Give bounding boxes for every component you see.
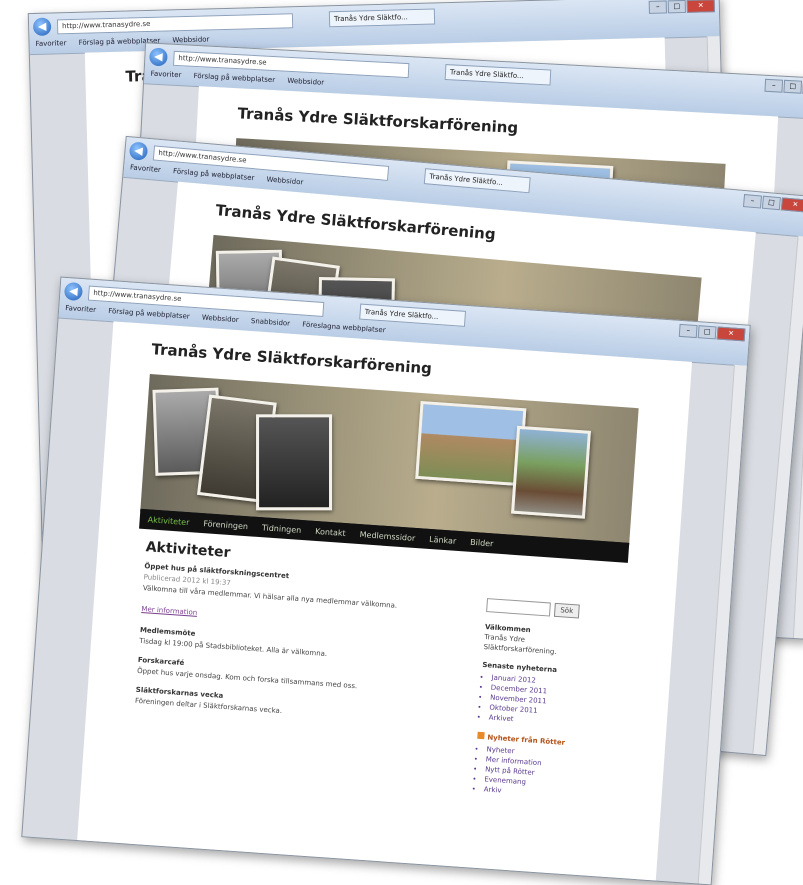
minimize-button[interactable]: –	[678, 323, 698, 339]
browser-tab[interactable]: Tranås Ydre Släktfo...	[328, 8, 436, 28]
close-button[interactable]: ✕	[780, 197, 803, 213]
news-list: Nyheter Mer information Nytt på Rötter E…	[473, 744, 586, 802]
back-button[interactable]: ◀	[148, 47, 168, 67]
back-button[interactable]: ◀	[32, 17, 52, 37]
favorite-item[interactable]: Förslag på webbplatser	[193, 72, 275, 84]
maximize-button[interactable]: □	[783, 79, 803, 94]
nav-item-aktiviteter[interactable]: Aktiviteter	[147, 515, 189, 527]
nav-item-bilder[interactable]: Bilder	[470, 537, 494, 548]
favorite-item[interactable]: Föreslagna webbplatser	[302, 321, 386, 335]
close-button[interactable]: ✕	[716, 326, 746, 342]
nav-item-foreningen[interactable]: Föreningen	[203, 519, 248, 531]
browser-window-front: ◀ http://www.tranasydre.se Tranås Ydre S…	[21, 276, 751, 885]
minimize-button[interactable]: –	[742, 194, 763, 209]
favorite-item[interactable]: Snabbsidor	[251, 317, 291, 328]
site-title: Tranås Ydre Släktforskarförening	[150, 340, 433, 378]
site-title: Tranås Ydre Släktforskarförening	[214, 201, 497, 244]
main-content: Aktiviteter Öppet hus på släktforsknings…	[134, 539, 465, 737]
favorite-item[interactable]: Favoriter	[130, 163, 161, 174]
maximize-button[interactable]: □	[667, 0, 686, 14]
favorite-item[interactable]: Förslag på webbplatser	[108, 307, 190, 321]
window-controls: – □ ✕	[764, 78, 803, 96]
castle-photo	[415, 400, 527, 487]
nav-item-lankar[interactable]: Länkar	[429, 534, 457, 545]
search-button[interactable]: Sök	[553, 602, 580, 619]
minimize-button[interactable]: –	[764, 78, 784, 93]
maximize-button[interactable]: □	[761, 195, 781, 211]
sidebar: Sök Välkommen Tranås Ydre Släktforskarfö…	[473, 598, 596, 801]
old-photo-3	[256, 414, 333, 511]
village-photo	[511, 425, 591, 519]
nav-item-tidningen[interactable]: Tidningen	[262, 523, 302, 535]
search-input[interactable]	[486, 598, 551, 617]
site-title: Tranås Ydre Släktforskarförening	[237, 104, 519, 137]
favorite-item[interactable]: Förslag på webbplatser	[173, 167, 255, 182]
rss-icon	[477, 731, 485, 740]
minimize-button[interactable]: –	[648, 0, 667, 14]
favorite-item[interactable]: Favoriter	[150, 70, 181, 80]
window-controls: – □ ✕	[678, 323, 746, 342]
archive-list: Januari 2012 December 2011 November 2011…	[478, 672, 591, 730]
nav-item-medlemssidor[interactable]: Medlemssidor	[359, 530, 415, 543]
favorite-item[interactable]: Webbsidor	[287, 77, 324, 87]
favorite-item[interactable]: Webbsidor	[266, 175, 303, 186]
close-button[interactable]: ✕	[686, 0, 715, 13]
web-page: Tranås Ydre Släktforskarförening Aktivit…	[77, 321, 693, 881]
maximize-button[interactable]: □	[697, 325, 717, 340]
back-button[interactable]: ◀	[128, 141, 149, 161]
favorite-item[interactable]: Favoriter	[65, 304, 96, 314]
back-button[interactable]: ◀	[63, 281, 84, 302]
window-controls: – □ ✕	[648, 0, 715, 14]
nav-item-kontakt[interactable]: Kontakt	[315, 526, 346, 537]
window-controls: – □ ✕	[742, 194, 803, 213]
favorite-item[interactable]: Webbsidor	[202, 314, 239, 325]
favorite-item[interactable]: Favoriter	[35, 39, 66, 48]
search-form: Sök	[486, 598, 597, 620]
